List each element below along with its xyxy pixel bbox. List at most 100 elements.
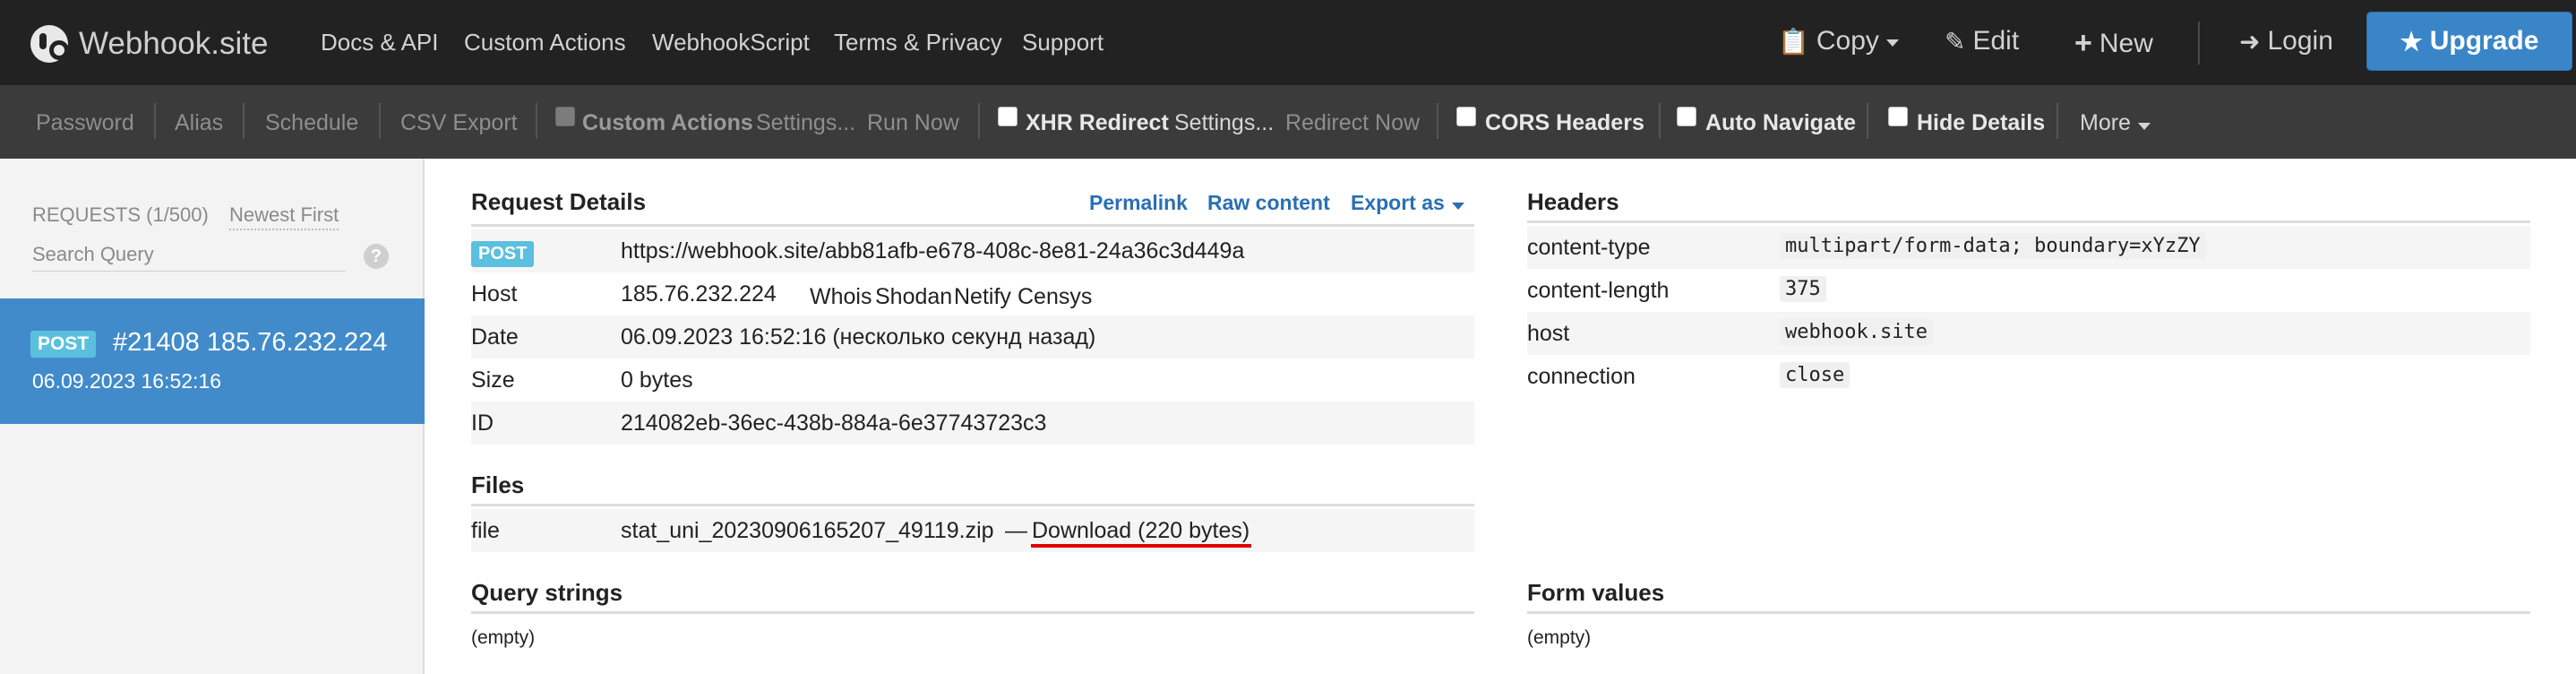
- toolbar-divider: [379, 103, 381, 139]
- new-button[interactable]: + New: [2074, 26, 2153, 61]
- toolbar-divider: [154, 103, 156, 139]
- upgrade-label: Upgrade: [2429, 26, 2539, 56]
- header-row: connection close: [1527, 355, 2530, 398]
- date-row: Date 06.09.2023 16:52:16 (несколько секу…: [471, 315, 1474, 359]
- help-icon[interactable]: ?: [364, 244, 389, 269]
- toolbar-divider: [536, 103, 537, 139]
- size-row: Size 0 bytes: [471, 359, 1474, 402]
- sort-order-toggle[interactable]: Newest First: [229, 203, 339, 230]
- section-divider: [471, 611, 1474, 614]
- permalink-link[interactable]: Permalink: [1089, 191, 1188, 215]
- nav-terms-privacy[interactable]: Terms & Privacy: [834, 29, 1002, 56]
- csv-export-button[interactable]: CSV Export: [400, 110, 518, 136]
- search-query-input[interactable]: Search Query: [32, 239, 346, 272]
- header-key: content-type: [1527, 235, 1651, 260]
- more-menu-button[interactable]: More: [2080, 110, 2151, 136]
- header-row: host webhook.site: [1527, 312, 2530, 355]
- header-key: connection: [1527, 364, 1636, 389]
- request-count: REQUESTS (1/500): [32, 203, 209, 226]
- header-key: content-length: [1527, 278, 1670, 303]
- run-now-button[interactable]: Run Now: [867, 110, 959, 136]
- host-row: Host 185.76.232.224 Whois Shodan Netify …: [471, 272, 1474, 315]
- cors-headers-checkbox[interactable]: [1456, 107, 1476, 126]
- headers-title: Headers: [1527, 188, 1619, 215]
- whois-link[interactable]: Whois: [810, 284, 872, 310]
- hide-details-label: Hide Details: [1917, 110, 2046, 135]
- toolbar-divider: [1437, 103, 1438, 139]
- login-button[interactable]: ➜ Login: [2239, 26, 2333, 56]
- censys-link[interactable]: Censys: [1018, 284, 1092, 310]
- xhr-redirect-checkbox[interactable]: [998, 107, 1018, 126]
- toolbar-divider: [1659, 103, 1661, 139]
- id-value: 214082eb-36ec-438b-884a-6e37743723c3: [621, 410, 1047, 436]
- header-value: multipart/form-data; boundary=xYzZY: [1780, 233, 2206, 259]
- method-badge: POST: [30, 331, 97, 358]
- toolbar-divider: [1867, 103, 1868, 139]
- more-label: More: [2080, 110, 2131, 135]
- password-button[interactable]: Password: [36, 110, 134, 136]
- nav-custom-actions[interactable]: Custom Actions: [464, 29, 626, 56]
- export-as-dropdown[interactable]: Export as: [1351, 191, 1464, 215]
- files-title: Files: [471, 471, 525, 498]
- requests-sidebar: REQUESTS (1/500) Newest First Search Que…: [0, 159, 425, 674]
- auto-navigate-label: Auto Navigate: [1705, 110, 1857, 135]
- chevron-down-icon: [2137, 123, 2151, 130]
- query-strings-empty: (empty): [471, 627, 536, 648]
- clipboard-icon: 📋: [1778, 27, 1809, 56]
- login-label: Login: [2267, 26, 2333, 56]
- form-values-title: Form values: [1527, 579, 1665, 606]
- custom-actions-label: Custom Actions: [582, 110, 753, 135]
- download-file-link[interactable]: Download (220 bytes): [1032, 518, 1249, 544]
- netify-link[interactable]: Netify: [954, 284, 1011, 310]
- request-title: #21408 185.76.232.224: [113, 328, 388, 357]
- nav-support[interactable]: Support: [1022, 29, 1103, 56]
- file-name: stat_uni_20230906165207_49119.zip: [621, 518, 994, 543]
- edit-icon: ✎: [1945, 27, 1966, 56]
- top-navbar: Webhook.site Docs & API Custom Actions W…: [0, 0, 2576, 85]
- toolbar-divider: [243, 103, 245, 139]
- form-values-empty: (empty): [1527, 627, 1592, 648]
- host-label: Host: [471, 281, 518, 307]
- custom-actions-settings-button[interactable]: Settings...: [756, 110, 855, 136]
- hide-details-checkbox[interactable]: [1888, 107, 1908, 126]
- header-value: webhook.site: [1780, 319, 1933, 345]
- raw-content-link[interactable]: Raw content: [1207, 191, 1330, 215]
- url-row: POST https://webhook.site/abb81afb-e678-…: [471, 229, 1474, 272]
- xhr-redirect-settings-button[interactable]: Settings...: [1174, 110, 1274, 136]
- alias-button[interactable]: Alias: [175, 110, 223, 136]
- header-key: host: [1527, 321, 1570, 346]
- size-label: Size: [471, 367, 515, 393]
- webhook-url-link[interactable]: https://webhook.site/abb81afb-e678-408c-…: [621, 238, 1244, 264]
- request-list-item[interactable]: POST #21408 185.76.232.224 06.09.2023 16…: [0, 298, 425, 424]
- section-divider: [471, 224, 1474, 227]
- method-badge: POST: [471, 241, 535, 267]
- request-details-title: Request Details: [471, 188, 647, 215]
- redirect-now-button[interactable]: Redirect Now: [1285, 110, 1420, 136]
- cors-headers-label: CORS Headers: [1485, 110, 1644, 135]
- new-label: New: [2099, 28, 2153, 58]
- nav-docs-api[interactable]: Docs & API: [321, 29, 439, 56]
- date-label: Date: [471, 324, 519, 350]
- xhr-redirect-label: XHR Redirect: [1026, 110, 1169, 135]
- schedule-button[interactable]: Schedule: [265, 110, 358, 136]
- copy-button[interactable]: 📋 Copy: [1778, 26, 1899, 56]
- toolbar-divider: [2057, 103, 2058, 139]
- nav-webhookscript[interactable]: WebhookScript: [652, 29, 810, 56]
- edit-button[interactable]: ✎ Edit: [1945, 26, 2019, 56]
- file-separator: —: [1005, 518, 1027, 543]
- webhook-logo-icon: [30, 25, 69, 63]
- request-toolbar: Password Alias Schedule CSV Export Custo…: [0, 85, 2576, 159]
- section-divider: [471, 504, 1474, 506]
- copy-label: Copy: [1816, 26, 1879, 56]
- header-value: 375: [1780, 276, 1826, 302]
- sign-in-icon: ➜: [2239, 27, 2261, 56]
- host-value: 185.76.232.224: [621, 281, 777, 307]
- brand[interactable]: Webhook.site: [30, 25, 268, 63]
- query-strings-title: Query strings: [471, 579, 623, 606]
- shodan-link[interactable]: Shodan: [875, 284, 952, 310]
- edit-label: Edit: [1972, 26, 2020, 56]
- upgrade-button[interactable]: ★ Upgrade: [2366, 12, 2572, 71]
- export-as-label: Export as: [1351, 191, 1445, 214]
- custom-actions-checkbox[interactable]: [555, 107, 575, 126]
- auto-navigate-checkbox[interactable]: [1677, 107, 1696, 126]
